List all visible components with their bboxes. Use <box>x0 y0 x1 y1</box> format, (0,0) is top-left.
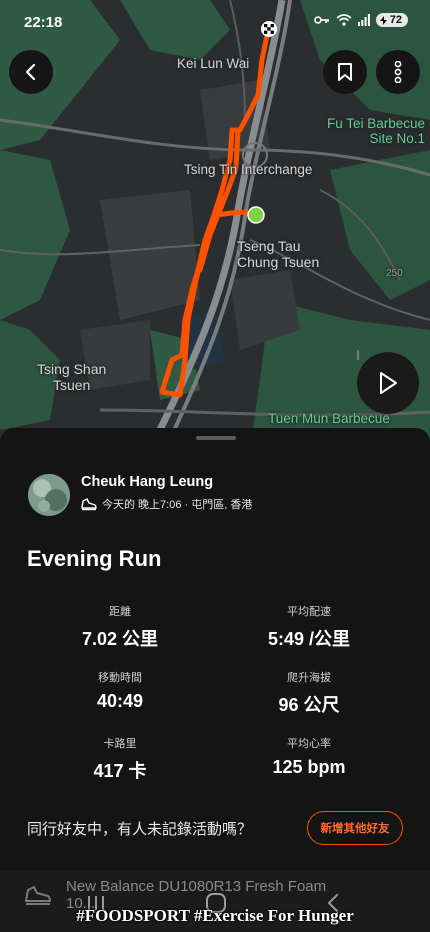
stat-label: 平均配速 <box>287 606 331 618</box>
athlete-name[interactable]: Cheuk Hang Leung <box>81 474 213 490</box>
stat-label: 爬升海拔 <box>287 672 331 684</box>
play-flyover-button[interactable] <box>357 352 419 414</box>
map-label-fu-tei-line1: Fu Tei Barbecue <box>327 116 426 131</box>
map-label-tsing-shan: Tsing Shan Tsuen <box>37 361 106 393</box>
play-icon <box>380 372 397 394</box>
wifi-icon <box>336 14 352 26</box>
stat-elevation-gain: 爬升海拔 96 公尺 <box>209 669 409 717</box>
unrecorded-friends-prompt: 同行好友中，有人未記錄活動嗎？ <box>27 821 253 838</box>
stat-distance: 距離 7.02 公里 <box>20 603 220 651</box>
status-time: 22:18 <box>24 14 63 31</box>
stat-value: 7.02 公里 <box>81 629 159 649</box>
battery-indicator: 72 <box>375 13 408 27</box>
battery-icon <box>379 15 387 25</box>
activity-sheet: Cheuk Hang Leung 今天的 晚上7:06 · 屯門區, 香港 Ev… <box>0 428 430 880</box>
start-marker <box>247 206 265 224</box>
stat-moving-time: 移動時間 40:49 <box>20 669 220 712</box>
map-label-tsing-shan-line2: Tsuen <box>52 377 91 393</box>
route-map[interactable]: Kei Lun Wai Fu Tei Barbecue Site No.1 Ts… <box>0 0 430 450</box>
map-label-tseng-tau-line2: Chung Tsuen <box>237 254 320 270</box>
stat-value: 417 卡 <box>93 761 147 781</box>
bookmark-icon <box>338 63 352 81</box>
avatar-image <box>28 474 70 516</box>
map-label-tseng-tau: Tseng Tau Chung Tsuen <box>237 238 319 270</box>
map-label-tseng-tau-line1: Tseng Tau <box>237 238 301 254</box>
chevron-left-icon <box>25 63 36 81</box>
more-options-button[interactable] <box>376 50 420 94</box>
activity-title: Evening Run <box>27 546 162 571</box>
activity-meta: 今天的 晚上7:06 · 屯門區, 香港 <box>81 496 252 512</box>
running-shoe-icon <box>81 498 97 511</box>
sheet-drag-handle[interactable] <box>196 436 236 440</box>
map-label-fu-tei: Fu Tei Barbecue Site No.1 <box>327 116 425 146</box>
stat-value: 96 公尺 <box>278 695 340 715</box>
avatar[interactable] <box>28 474 70 516</box>
map-label-tsing-shan-line1: Tsing Shan <box>37 361 107 377</box>
more-vertical-icon <box>394 61 402 83</box>
add-friends-button[interactable]: 新增其他好友 <box>307 811 403 845</box>
stat-avg-pace: 平均配速 5:49 /公里 <box>209 603 409 651</box>
save-route-button[interactable] <box>323 50 367 94</box>
back-button[interactable] <box>9 50 53 94</box>
stat-label: 距離 <box>109 606 131 618</box>
map-label-kei-lun-wai: Kei Lun Wai <box>177 56 250 71</box>
status-bar: 22:18 72 <box>0 0 430 44</box>
map-elevation-label: 250 <box>386 268 403 279</box>
key-icon <box>313 16 329 24</box>
map-label-tuen-mun: Tuen Mun Barbecue <box>268 411 390 426</box>
activity-meta-text: 今天的 晚上7:06 · 屯門區, 香港 <box>102 499 253 511</box>
stat-label: 移動時間 <box>98 672 142 684</box>
stat-avg-heart-rate: 平均心率 125 bpm <box>209 735 409 778</box>
watermark: #FOODSPORT #Exercise For Hunger <box>76 906 354 925</box>
stat-value: 40:49 <box>96 691 144 711</box>
map-label-fu-tei-line2: Site No.1 <box>369 131 426 146</box>
stat-calories: 卡路里 417 卡 <box>20 735 220 783</box>
stat-label: 平均心率 <box>287 738 331 750</box>
map-label-tsing-tin: Tsing Tin Interchange <box>184 162 313 177</box>
stat-value: 5:49 /公里 <box>267 629 351 649</box>
stat-label: 卡路里 <box>103 738 137 750</box>
signal-icon <box>357 14 370 26</box>
battery-level: 72 <box>389 14 402 26</box>
stat-value: 125 bpm <box>272 757 346 777</box>
status-icons: 72 <box>313 13 408 27</box>
